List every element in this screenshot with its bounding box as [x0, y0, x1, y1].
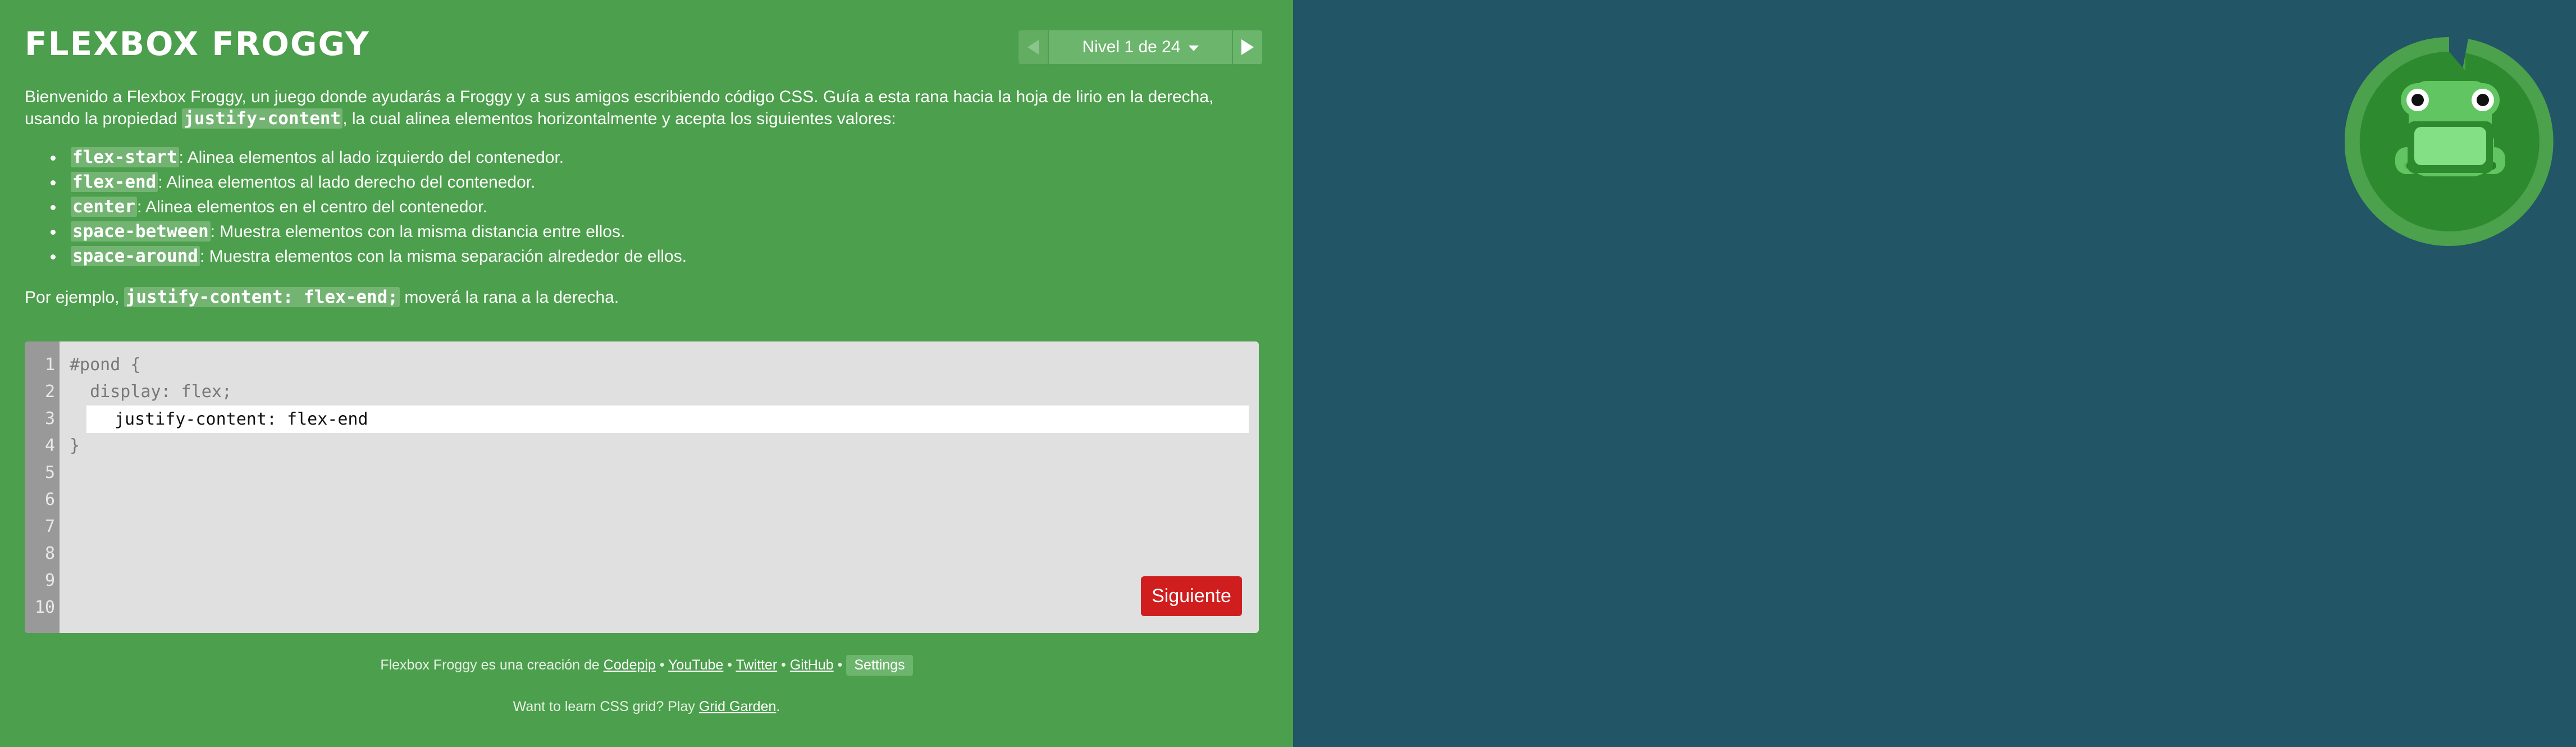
line-number: 1 — [44, 355, 55, 375]
triangle-right-icon — [1241, 39, 1254, 55]
css-code-input[interactable] — [86, 406, 1249, 433]
example-prefix: Por ejemplo, — [25, 288, 124, 307]
line-number: 6 — [44, 490, 55, 509]
line-number: 4 — [44, 436, 55, 456]
list-item: space-around: Muestra elementos con la m… — [25, 244, 687, 268]
line-number: 7 — [44, 517, 55, 536]
code-line-closing-brace: } — [70, 436, 80, 456]
bullet-icon — [51, 205, 56, 210]
grid-promo-prefix: Want to learn CSS grid? Play — [513, 699, 699, 714]
example-code: justify-content: flex-end; — [124, 287, 400, 307]
value-description: : Muestra elementos con la misma separac… — [199, 247, 687, 266]
value-description: : Alinea elementos al lado izquierdo del… — [179, 148, 564, 167]
value-description: : Alinea elementos al lado derecho del c… — [158, 173, 536, 192]
frog-icon — [2359, 52, 2540, 231]
code-line-selector: #pond { — [70, 355, 141, 375]
sidebar: FLEXBOX FROGGY Nivel 1 de 24 Bienvenido … — [0, 0, 1293, 747]
value-code: flex-end — [71, 172, 158, 192]
credit-prefix: Flexbox Froggy es una creación de — [380, 657, 604, 673]
credits-line: Flexbox Froggy es una creación de Codepi… — [0, 655, 1293, 676]
triangle-left-icon — [1027, 40, 1039, 54]
next-level-button[interactable] — [1233, 30, 1262, 64]
twitter-link[interactable]: Twitter — [736, 657, 778, 673]
line-number: 2 — [44, 382, 55, 402]
youtube-link[interactable]: YouTube — [668, 657, 723, 673]
values-list: flex-start: Alinea elementos al lado izq… — [25, 145, 687, 268]
intro-code-property: justify-content — [182, 108, 343, 129]
codepip-link[interactable]: Codepip — [604, 657, 656, 673]
list-item: center: Alinea elementos en el centro de… — [25, 194, 687, 219]
list-item: space-between: Muestra elementos con la … — [25, 219, 687, 244]
lilypad-with-frog — [2345, 37, 2554, 246]
example-text: Por ejemplo, justify-content: flex-end; … — [25, 286, 1271, 308]
level-indicator-label: Nivel 1 de 24 — [1082, 38, 1181, 56]
line-number: 3 — [44, 409, 55, 429]
line-number: 5 — [44, 463, 55, 482]
instructions-intro: Bienvenido a Flexbox Froggy, un juego do… — [25, 86, 1271, 130]
separator: • — [777, 657, 790, 673]
example-suffix: moverá la rana a la derecha. — [400, 288, 619, 307]
value-description: : Muestra elementos con la misma distanc… — [210, 222, 625, 241]
next-button[interactable]: Siguiente — [1141, 576, 1242, 616]
bullet-icon — [51, 230, 56, 235]
level-navigation: Nivel 1 de 24 — [1018, 30, 1262, 64]
css-editor: 1 2 3 4 5 6 7 8 9 10 #pond { display: fl… — [25, 341, 1259, 633]
value-description: : Alinea elementos en el centro del cont… — [136, 198, 487, 216]
grid-promo-suffix: . — [776, 699, 780, 714]
value-code: space-between — [71, 221, 211, 242]
previous-level-button[interactable] — [1018, 30, 1048, 64]
game-title: FLEXBOX FROGGY — [25, 25, 370, 63]
separator: • — [833, 657, 847, 673]
bullet-icon — [51, 254, 56, 259]
line-numbers-gutter: 1 2 3 4 5 6 7 8 9 10 — [25, 341, 60, 633]
settings-button[interactable]: Settings — [846, 655, 913, 676]
code-line-display: display: flex; — [70, 382, 232, 402]
grid-garden-link[interactable]: Grid Garden — [699, 699, 777, 714]
separator: • — [723, 657, 736, 673]
value-code: space-around — [71, 246, 200, 266]
list-item: flex-end: Alinea elementos al lado derec… — [25, 170, 687, 194]
separator: • — [655, 657, 669, 673]
level-indicator-dropdown[interactable]: Nivel 1 de 24 — [1049, 30, 1232, 64]
github-link[interactable]: GitHub — [790, 657, 834, 673]
value-code: center — [71, 197, 137, 217]
line-number: 8 — [44, 544, 55, 563]
list-item: flex-start: Alinea elementos al lado izq… — [25, 145, 687, 170]
intro-text-2: , la cual alinea elementos horizontalmen… — [342, 110, 896, 128]
value-code: flex-start — [71, 147, 179, 167]
grid-garden-promo: Want to learn CSS grid? Play Grid Garden… — [0, 699, 1293, 715]
bullet-icon — [51, 180, 56, 185]
line-number: 9 — [44, 571, 55, 590]
caret-down-icon — [1188, 45, 1199, 51]
bullet-icon — [51, 156, 56, 161]
line-number: 10 — [34, 598, 55, 617]
